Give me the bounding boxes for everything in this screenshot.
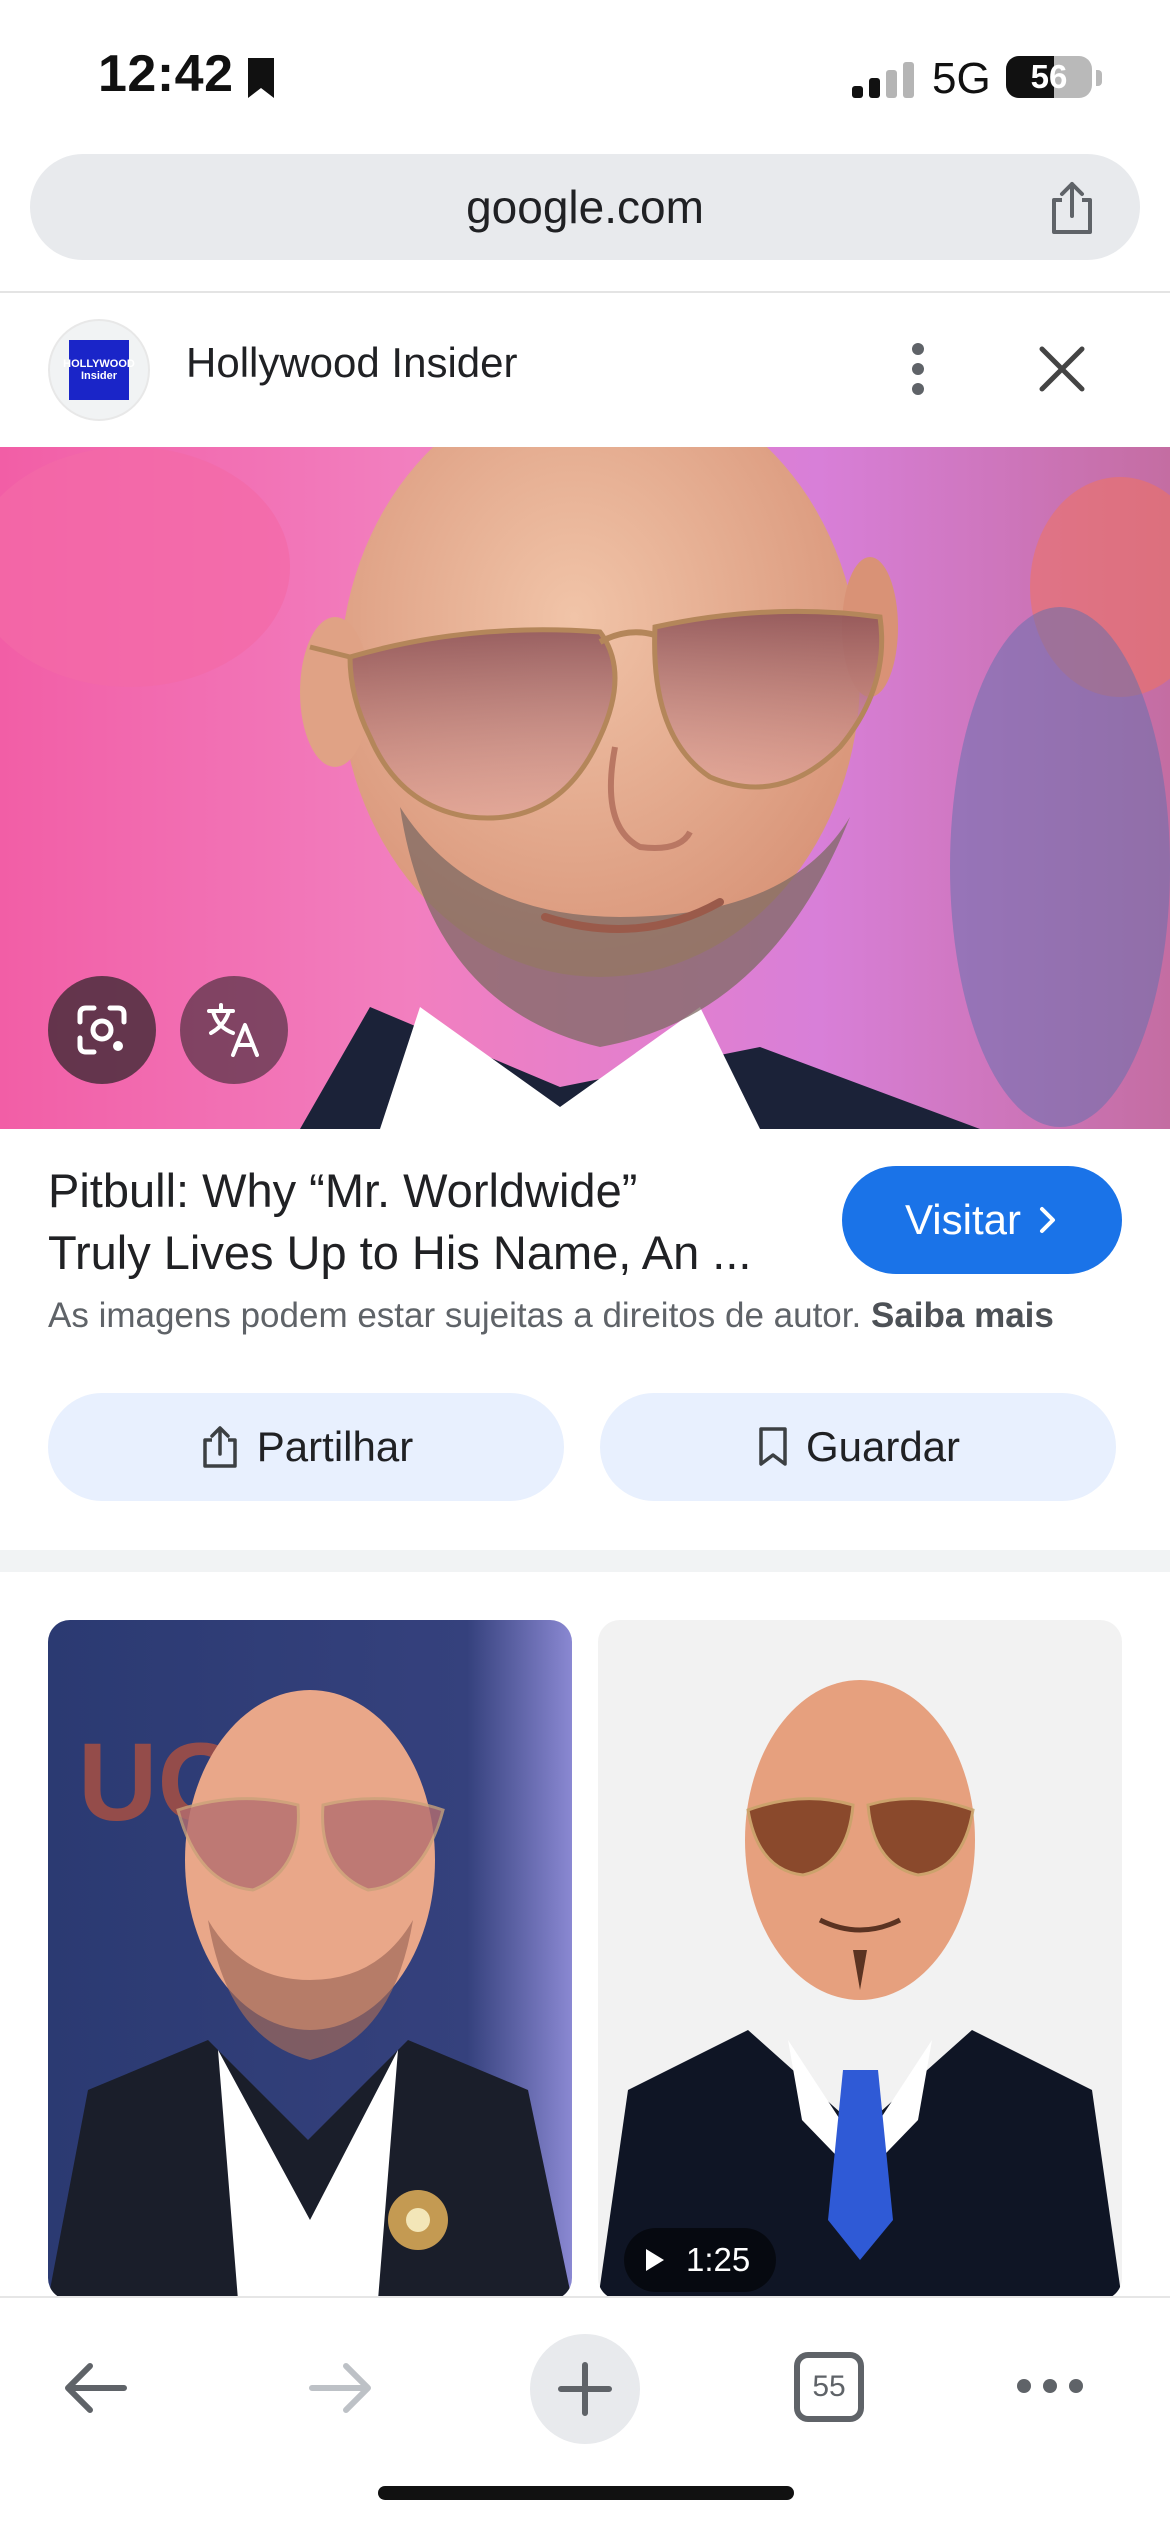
related-image[interactable]: UG xyxy=(48,1620,572,2300)
arrow-forward-icon[interactable] xyxy=(302,2350,378,2426)
more-vertical-icon[interactable] xyxy=(896,337,940,401)
battery-icon: 56 xyxy=(1006,56,1092,98)
close-icon[interactable] xyxy=(1032,337,1092,401)
battery-tip xyxy=(1096,70,1102,86)
google-lens-button[interactable] xyxy=(48,976,156,1084)
bookmark-icon xyxy=(759,1427,787,1466)
network-type: 5G xyxy=(932,54,991,103)
portrait-image xyxy=(0,447,1170,1129)
visit-label: Visitar xyxy=(905,1196,1021,1243)
section-divider xyxy=(0,1550,1170,1572)
save-label: Guardar xyxy=(805,1423,961,1470)
related-image-photo: UG xyxy=(48,1620,572,2300)
more-horizontal-icon[interactable] xyxy=(1014,2366,1086,2406)
result-title-line2[interactable]: Truly Lives Up to His Name, An ... xyxy=(48,1222,818,1284)
video-duration-badge: 1:25 xyxy=(624,2228,777,2292)
new-tab-button[interactable] xyxy=(530,2334,640,2444)
related-video[interactable] xyxy=(598,1620,1122,2300)
share-button[interactable]: Partilhar xyxy=(48,1393,564,1501)
bookmark-icon xyxy=(248,58,274,98)
main-image[interactable] xyxy=(0,447,1170,1129)
page: 12:42 5G 56 google.com HOLLYWOOD Insider… xyxy=(0,0,1170,2532)
plus-icon xyxy=(558,2362,612,2416)
video-duration: 1:25 xyxy=(686,2241,751,2278)
copyright-text: As imagens podem estar sujeitas a direit… xyxy=(48,1296,862,1335)
google-lens-icon xyxy=(77,1005,127,1055)
source-logo: HOLLYWOOD Insider xyxy=(63,340,135,400)
signal-icon xyxy=(852,62,914,98)
related-video-thumbnail xyxy=(598,1620,1122,2300)
visit-button[interactable]: Visitar xyxy=(842,1166,1122,1274)
share-icon[interactable] xyxy=(1040,176,1104,240)
source-avatar[interactable]: HOLLYWOOD Insider xyxy=(48,319,150,421)
home-indicator[interactable] xyxy=(378,2486,794,2500)
url-bar[interactable]: google.com xyxy=(30,154,1140,260)
source-name[interactable]: Hollywood Insider xyxy=(186,339,518,387)
share-icon xyxy=(203,1426,237,1468)
url-text[interactable]: google.com xyxy=(30,154,1140,260)
source-header: HOLLYWOOD Insider Hollywood Insider xyxy=(0,293,1170,447)
play-icon xyxy=(646,2249,664,2271)
battery-level: 56 xyxy=(1030,58,1068,95)
arrow-back-icon[interactable] xyxy=(58,2350,134,2426)
tab-count: 55 xyxy=(812,2370,846,2403)
chevron-right-icon xyxy=(1039,1207,1055,1233)
copyright-notice: As imagens podem estar sujeitas a direit… xyxy=(48,1296,1148,1336)
translate-button[interactable] xyxy=(180,976,288,1084)
result-title-line1[interactable]: Pitbull: Why “Mr. Worldwide” xyxy=(48,1160,818,1222)
result-title[interactable]: Pitbull: Why “Mr. Worldwide” Truly Lives… xyxy=(48,1160,818,1284)
translate-icon xyxy=(207,1003,259,1057)
status-time: 12:42 xyxy=(98,45,234,103)
share-label: Partilhar xyxy=(256,1423,414,1470)
save-button[interactable]: Guardar xyxy=(600,1393,1116,1501)
learn-more-link[interactable]: Saiba mais xyxy=(871,1296,1054,1335)
status-bar: 12:42 5G 56 xyxy=(0,0,1170,150)
tabs-icon[interactable]: 55 xyxy=(794,2352,864,2422)
